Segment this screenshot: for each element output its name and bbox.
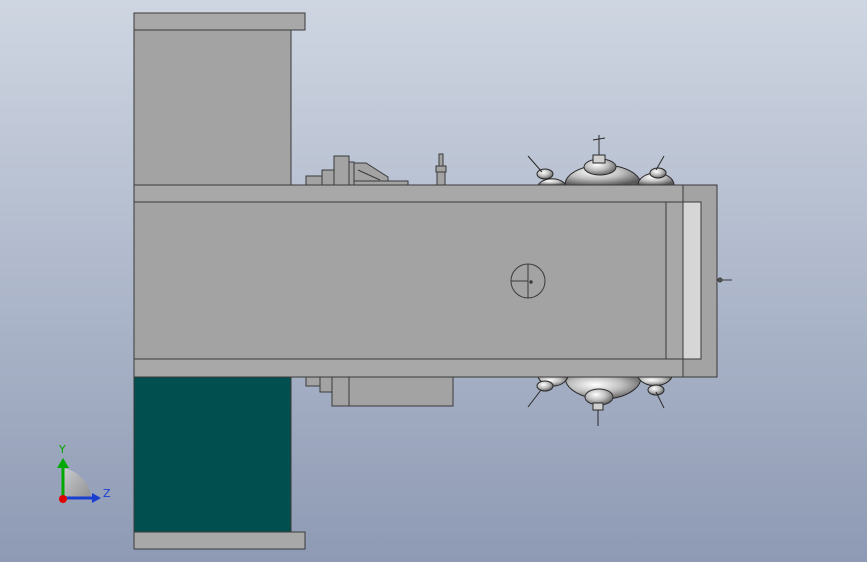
cad-graphics-viewport[interactable]: Y Z (0, 0, 867, 562)
bottom-side-panel[interactable] (133, 376, 306, 550)
z-axis-label: Z (103, 487, 111, 500)
beam-bottom-flange[interactable] (133, 358, 684, 378)
bottom-cap-plate[interactable] (133, 531, 306, 550)
main-horizontal-beam[interactable] (133, 184, 684, 378)
beam-end-plate[interactable] (665, 201, 684, 360)
y-axis-label: Y (59, 443, 66, 456)
top-side-panel[interactable] (133, 12, 306, 186)
beam-web[interactable] (133, 201, 667, 360)
beam-round-cover[interactable] (510, 263, 546, 299)
top-cap-plate[interactable] (133, 12, 306, 31)
beam-top-flange[interactable] (133, 184, 684, 203)
bottom-side-box-selected[interactable] (133, 376, 292, 533)
top-side-box[interactable] (133, 29, 292, 186)
x-axis-origin (59, 495, 67, 503)
cad-model-view[interactable] (0, 0, 867, 562)
